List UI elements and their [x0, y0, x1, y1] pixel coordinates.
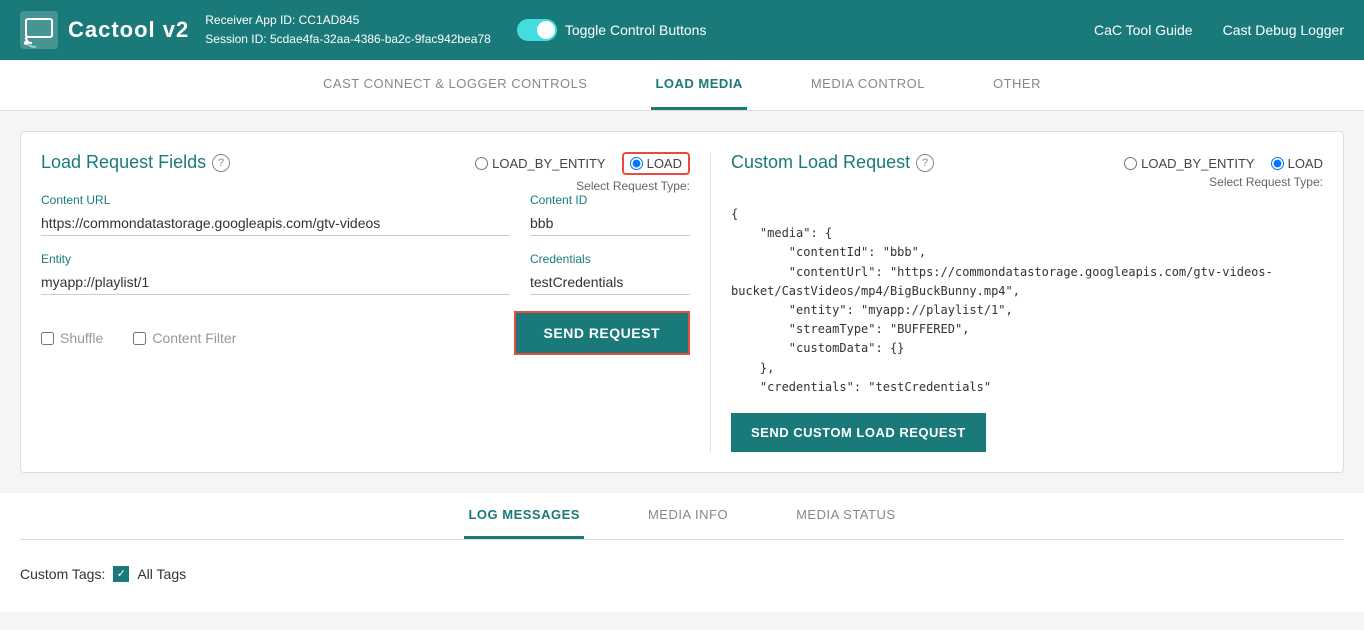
entity-input[interactable]	[41, 270, 510, 295]
tab-cast-connect[interactable]: CAST CONNECT & LOGGER CONTROLS	[319, 60, 591, 110]
all-tags-label: All Tags	[137, 566, 186, 582]
select-type-label-right: Select Request Type:	[1209, 175, 1323, 189]
main-nav: CAST CONNECT & LOGGER CONTROLS LOAD MEDI…	[0, 60, 1364, 111]
session-info: Receiver App ID: CC1AD845 Session ID: 5c…	[205, 11, 491, 49]
shuffle-checkbox-label[interactable]: Shuffle	[41, 330, 103, 346]
content-id-group: Content ID	[530, 193, 690, 236]
cast-debug-logger-link[interactable]: Cast Debug Logger	[1223, 22, 1344, 38]
tab-media-info[interactable]: MEDIA INFO	[644, 493, 732, 539]
content-url-group: Content URL	[41, 193, 510, 236]
entity-group: Entity	[41, 252, 510, 295]
select-type-label-left: Select Request Type:	[576, 179, 690, 193]
custom-load-json[interactable]: { "media": { "contentId": "bbb", "conten…	[731, 205, 1323, 397]
credentials-group: Credentials	[530, 252, 690, 295]
load-request-help-icon[interactable]: ?	[212, 154, 230, 172]
receiver-app-id: Receiver App ID: CC1AD845	[205, 11, 491, 30]
cast-icon	[20, 11, 58, 49]
load-request-title: Load Request Fields ?	[41, 152, 230, 173]
radio-options-right: LOAD_BY_ENTITY LOAD	[1124, 156, 1323, 171]
bottom-section: LOG MESSAGES MEDIA INFO MEDIA STATUS Cus…	[0, 493, 1364, 612]
entity-label: Entity	[41, 252, 510, 266]
main-content: Load Request Fields ? LOAD_BY_ENTITY LOA…	[0, 111, 1364, 493]
entity-credentials-row: Entity Credentials	[41, 252, 690, 295]
send-request-button[interactable]: SEND REQUEST	[514, 311, 690, 355]
tab-log-messages[interactable]: LOG MESSAGES	[464, 493, 583, 539]
shuffle-checkbox[interactable]	[41, 332, 54, 345]
credentials-input[interactable]	[530, 270, 690, 295]
credentials-label: Credentials	[530, 252, 690, 266]
bottom-tabs: LOG MESSAGES MEDIA INFO MEDIA STATUS	[20, 493, 1344, 540]
main-card: Load Request Fields ? LOAD_BY_ENTITY LOA…	[20, 131, 1344, 473]
checkboxes-row: Shuffle Content Filter	[41, 330, 236, 346]
tab-other[interactable]: OTHER	[989, 60, 1045, 110]
logo: Cactool v2	[20, 11, 189, 49]
bottom-actions-row: Shuffle Content Filter SEND REQUEST	[41, 311, 690, 355]
tab-load-media[interactable]: LOAD MEDIA	[651, 60, 746, 110]
session-id: Session ID: 5cdae4fa-32aa-4386-ba2c-9fac…	[205, 30, 491, 49]
toggle-control[interactable]: Toggle Control Buttons	[517, 19, 707, 41]
toggle-switch[interactable]	[517, 19, 557, 41]
load-request-panel: Load Request Fields ? LOAD_BY_ENTITY LOA…	[41, 152, 711, 452]
all-tags-checkbox[interactable]	[113, 566, 129, 582]
app-header: Cactool v2 Receiver App ID: CC1AD845 Ses…	[0, 0, 1364, 60]
send-custom-load-button[interactable]: SEND CUSTOM LOAD REQUEST	[731, 413, 986, 452]
custom-load-help-icon[interactable]: ?	[916, 154, 934, 172]
custom-load-panel: Custom Load Request ? LOAD_BY_ENTITY LOA…	[711, 152, 1323, 452]
url-id-row: Content URL Content ID	[41, 193, 690, 236]
custom-tags-label: Custom Tags:	[20, 566, 105, 582]
content-url-input[interactable]	[41, 211, 510, 236]
content-filter-label: Content Filter	[152, 330, 236, 346]
radio-load-by-entity-right[interactable]: LOAD_BY_ENTITY	[1124, 156, 1254, 171]
radio-options-left: LOAD_BY_ENTITY LOAD	[475, 152, 690, 175]
custom-tags-row: Custom Tags: All Tags	[20, 556, 1344, 592]
radio-load-by-entity-left[interactable]: LOAD_BY_ENTITY	[475, 156, 605, 171]
custom-load-title: Custom Load Request ?	[731, 152, 934, 173]
cac-tool-guide-link[interactable]: CaC Tool Guide	[1094, 22, 1193, 38]
header-links: CaC Tool Guide Cast Debug Logger	[1094, 22, 1344, 38]
request-type-group-left: LOAD_BY_ENTITY LOAD Select Request Type:	[475, 152, 690, 193]
radio-load-right[interactable]: LOAD	[1271, 156, 1323, 171]
shuffle-label: Shuffle	[60, 330, 103, 346]
request-type-group-right: LOAD_BY_ENTITY LOAD Select Request Type:	[1124, 156, 1323, 189]
custom-load-header: Custom Load Request ? LOAD_BY_ENTITY LOA…	[731, 152, 1323, 193]
content-id-label: Content ID	[530, 193, 690, 207]
content-url-label: Content URL	[41, 193, 510, 207]
tab-media-control[interactable]: MEDIA CONTROL	[807, 60, 929, 110]
content-filter-checkbox[interactable]	[133, 332, 146, 345]
tab-media-status[interactable]: MEDIA STATUS	[792, 493, 899, 539]
content-filter-checkbox-label[interactable]: Content Filter	[133, 330, 236, 346]
toggle-label: Toggle Control Buttons	[565, 22, 707, 38]
radio-load-left[interactable]: LOAD	[622, 152, 690, 175]
content-id-input[interactable]	[530, 211, 690, 236]
app-title: Cactool v2	[68, 17, 189, 43]
